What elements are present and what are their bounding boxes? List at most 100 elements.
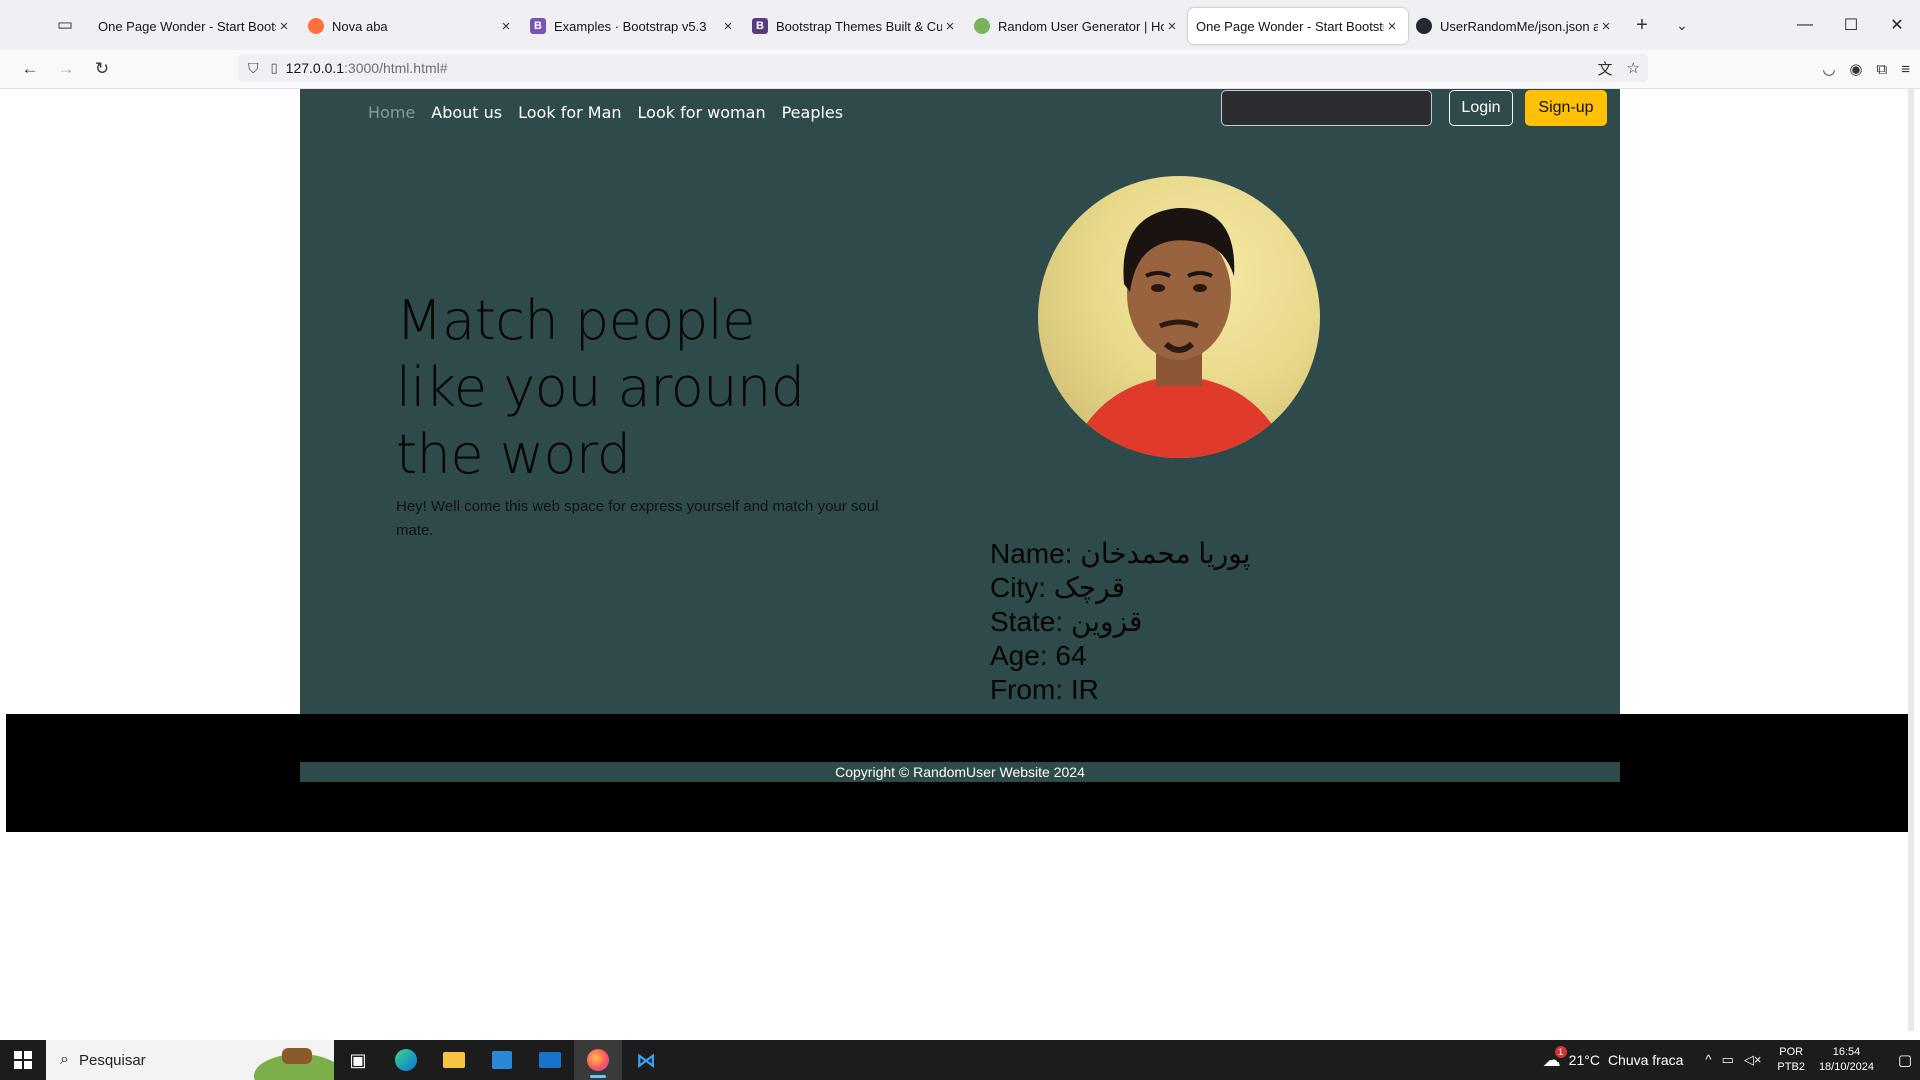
- edge-icon[interactable]: [382, 1040, 430, 1080]
- tray-icons: ^ ▭ ◁×: [1705, 1052, 1761, 1068]
- user-city: City: قرچک: [990, 572, 1125, 603]
- firefox-icon: [308, 18, 324, 34]
- user-name: Name: پوریا محمدخان: [990, 538, 1251, 569]
- close-icon[interactable]: ×: [720, 18, 736, 35]
- web-viewport: Home About us Look for Man Look for woma…: [6, 89, 1914, 1031]
- nav-link-peaples[interactable]: Peaples: [782, 103, 844, 122]
- network-icon[interactable]: ▭: [1722, 1052, 1734, 1068]
- tab-one-page-wonder-1[interactable]: One Page Wonder - Start Bootstrap ×: [90, 8, 300, 44]
- signup-button[interactable]: Sign-up: [1525, 90, 1607, 126]
- url-bar-actions: 文 ☆: [1598, 54, 1640, 82]
- chevron-up-icon[interactable]: ^: [1705, 1052, 1711, 1068]
- tab-bootstrap-themes[interactable]: B Bootstrap Themes Built & Curated ×: [744, 8, 966, 44]
- windows-taskbar: ⌕ Pesquisar ▣ ⋈ ☁ 1 21°C Chuva fraca ^ ▭ …: [0, 1040, 1920, 1080]
- hero-title: Match people like you around the word: [396, 289, 805, 486]
- site-navigation: Home About us Look for Man Look for woma…: [368, 97, 859, 127]
- weather-text: Chuva fraca: [1607, 1052, 1684, 1068]
- maximize-icon[interactable]: ☐: [1828, 0, 1874, 50]
- shield-icon[interactable]: ⛉: [248, 60, 259, 77]
- windows-start-icon[interactable]: [0, 1040, 46, 1080]
- file-explorer-icon[interactable]: [430, 1040, 478, 1080]
- tab-title: Bootstrap Themes Built & Curated: [776, 18, 942, 34]
- user-from: From: IR: [990, 674, 1099, 705]
- nav-link-look-for-woman[interactable]: Look for woman: [638, 103, 766, 122]
- weather-widget[interactable]: ☁ 1 21°C Chuva fraca: [1543, 1045, 1684, 1071]
- close-icon[interactable]: ×: [498, 18, 514, 35]
- menu-icon[interactable]: ≡: [1901, 61, 1910, 78]
- url-text[interactable]: 127.0.0.1:3000/html.html#: [286, 60, 448, 76]
- clock-date: 18/10/2024: [1818, 1061, 1874, 1073]
- extensions-icon[interactable]: ⧉: [1877, 61, 1888, 78]
- keyboard-layout: PTB2: [1777, 1061, 1805, 1073]
- bookmark-star-icon[interactable]: ☆: [1627, 59, 1640, 77]
- browser-nav-bar: ← → ↻ ⛉ ▯ 127.0.0.1:3000/html.html# 文 ☆ …: [0, 50, 1920, 89]
- login-button[interactable]: Login: [1449, 90, 1513, 126]
- nav-link-home[interactable]: Home: [368, 103, 415, 122]
- weather-temp: 21°C: [1568, 1052, 1600, 1068]
- cloud-rain-icon: ☁ 1: [1543, 1045, 1567, 1071]
- tab-overflow-chevron-icon[interactable]: ⌄: [1662, 17, 1702, 34]
- randomuser-icon: [974, 18, 990, 34]
- user-info: Name: پوریا محمدخان City: قرچک State: قز…: [990, 537, 1251, 707]
- url-bar[interactable]: ⛉ ▯ 127.0.0.1:3000/html.html# 文 ☆: [238, 54, 1648, 82]
- translate-icon[interactable]: 文: [1598, 58, 1613, 79]
- tab-nova-aba[interactable]: Nova aba ×: [300, 8, 522, 44]
- clock-time: 16:54: [1832, 1046, 1861, 1058]
- tab-title: Random User Generator | Home: [998, 18, 1164, 34]
- search-input[interactable]: [1221, 90, 1432, 126]
- tab-bootstrap-examples[interactable]: B Examples · Bootstrap v5.3 ×: [522, 8, 744, 44]
- bootstrap-icon: B: [530, 18, 546, 34]
- browser-tab-strip: ▭ One Page Wonder - Start Bootstrap × No…: [0, 0, 1920, 50]
- tab-title: Examples · Bootstrap v5.3: [554, 18, 707, 34]
- github-icon: [1416, 18, 1432, 34]
- minimize-icon[interactable]: —: [1782, 0, 1828, 50]
- forward-arrow-icon[interactable]: →: [48, 53, 84, 85]
- user-state: State: قزوین: [990, 606, 1143, 637]
- notifications-icon[interactable]: ▢: [1890, 1051, 1920, 1069]
- close-icon[interactable]: ×: [1598, 18, 1614, 35]
- scrollbar[interactable]: [1908, 89, 1914, 1031]
- pocket-icon[interactable]: ◡: [1822, 60, 1835, 78]
- search-highlight-cow: [282, 1048, 312, 1064]
- portrait-illustration: [1068, 207, 1290, 458]
- language-indicator[interactable]: POR PTB2: [1777, 1045, 1805, 1075]
- user-age: Age: 64: [990, 640, 1087, 671]
- toolbar-actions: ◡ ◉ ⧉ ≡: [1822, 50, 1910, 88]
- reload-icon[interactable]: ↻: [84, 53, 120, 85]
- new-tab-icon[interactable]: +: [1622, 14, 1662, 37]
- tab-list-icon[interactable]: ▭: [40, 0, 90, 50]
- tab-title: One Page Wonder - Start Bootstrap: [98, 18, 276, 34]
- firefox-taskbar-icon[interactable]: [574, 1040, 622, 1080]
- vscode-icon[interactable]: ⋈: [622, 1040, 670, 1080]
- volume-muted-icon[interactable]: ◁×: [1744, 1052, 1762, 1068]
- weather-badge: 1: [1554, 1045, 1567, 1058]
- tab-title: One Page Wonder - Start Bootstrap: [1196, 18, 1384, 34]
- ms-store-icon[interactable]: [478, 1040, 526, 1080]
- language-code: POR: [1779, 1046, 1804, 1058]
- footer-copyright: Copyright © RandomUser Website 2024: [300, 762, 1620, 782]
- tab-one-page-wonder-active[interactable]: One Page Wonder - Start Bootstrap ×: [1188, 8, 1408, 44]
- window-controls: — ☐ ✕: [1782, 0, 1920, 50]
- account-icon[interactable]: ◉: [1849, 60, 1862, 78]
- taskbar-search[interactable]: ⌕ Pesquisar: [46, 1040, 334, 1080]
- clock[interactable]: 16:54 18/10/2024: [1819, 1045, 1874, 1075]
- close-icon[interactable]: ×: [1384, 18, 1400, 35]
- nav-link-about[interactable]: About us: [431, 103, 502, 122]
- tab-title: Nova aba: [332, 18, 388, 34]
- back-arrow-icon[interactable]: ←: [12, 53, 48, 85]
- mail-icon[interactable]: [526, 1040, 574, 1080]
- close-icon[interactable]: ×: [942, 18, 958, 35]
- hero-text: Hey! Well come this web space for expres…: [396, 498, 879, 539]
- close-window-icon[interactable]: ✕: [1874, 0, 1920, 50]
- tab-random-user[interactable]: Random User Generator | Home ×: [966, 8, 1188, 44]
- page-icon: ▯: [270, 60, 278, 75]
- taskbar-search-placeholder: Pesquisar: [78, 1051, 146, 1069]
- close-icon[interactable]: ×: [1164, 18, 1180, 35]
- task-view-icon[interactable]: ▣: [334, 1040, 382, 1080]
- close-icon[interactable]: ×: [276, 18, 292, 35]
- user-photo: [1038, 176, 1320, 458]
- hero-section: Home About us Look for Man Look for woma…: [300, 89, 1620, 714]
- tab-github-json[interactable]: UserRandomMe/json.json at main ×: [1408, 8, 1622, 44]
- nav-link-look-for-man[interactable]: Look for Man: [518, 103, 621, 122]
- system-tray: ☁ 1 21°C Chuva fraca ^ ▭ ◁× POR PTB2 16:5…: [1543, 1040, 1920, 1080]
